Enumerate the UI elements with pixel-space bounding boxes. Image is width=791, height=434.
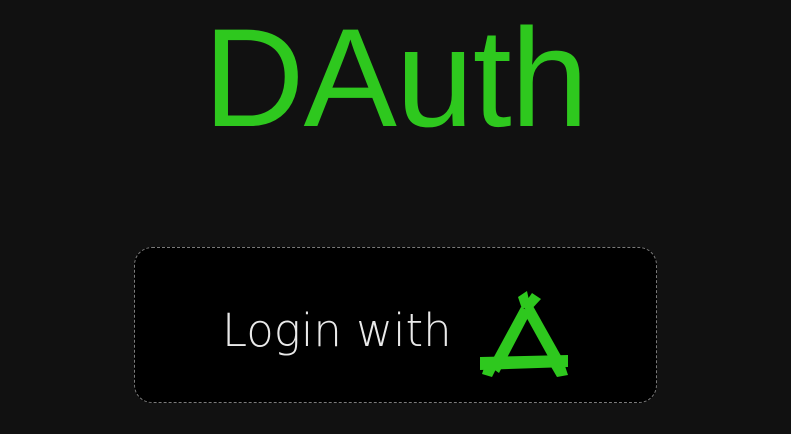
dauth-logo-icon bbox=[478, 291, 570, 379]
login-page: DAuth Login with bbox=[0, 0, 791, 434]
login-button-label: Login with bbox=[222, 304, 452, 357]
login-with-dauth-button[interactable]: Login with bbox=[134, 247, 657, 403]
app-title: DAuth bbox=[203, 0, 588, 156]
